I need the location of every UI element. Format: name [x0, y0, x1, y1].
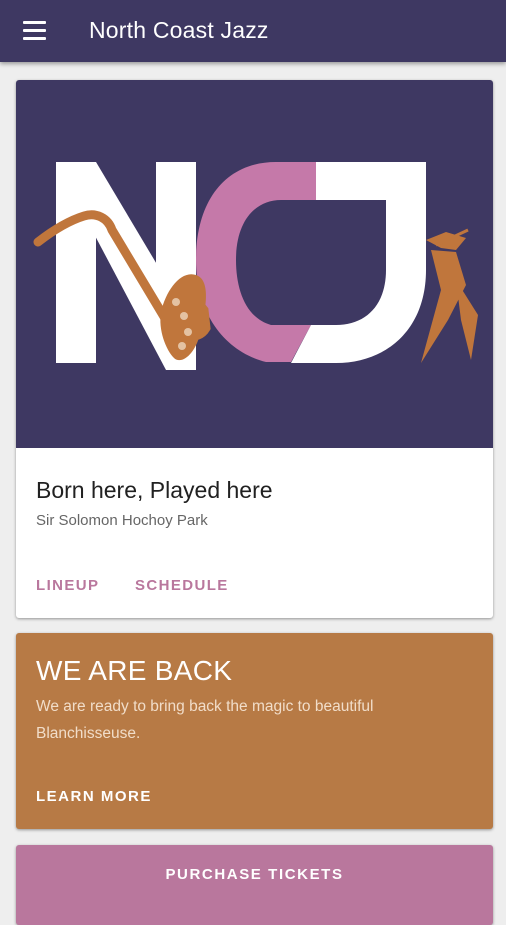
- hamburger-menu-icon[interactable]: [12, 9, 56, 53]
- news-title: WE ARE BACK: [36, 655, 233, 686]
- purchase-tickets-label: PURCHASE TICKETS: [165, 866, 344, 883]
- learn-more-button[interactable]: LEARN MORE: [36, 785, 152, 809]
- event-location: Sir Solomon Hochoy Park: [36, 512, 208, 529]
- schedule-button[interactable]: SCHEDULE: [135, 574, 229, 598]
- event-card: Born here, Played here Sir Solomon Hocho…: [16, 80, 493, 618]
- trumpet-player-icon: [421, 228, 478, 363]
- app-bar: North Coast Jazz: [0, 0, 506, 62]
- news-card: WE ARE BACK We are ready to bring back t…: [16, 633, 493, 829]
- news-body: We are ready to bring back the magic to …: [36, 698, 374, 742]
- app-title: North Coast Jazz: [89, 17, 269, 43]
- hero-banner: [16, 80, 493, 448]
- lineup-button[interactable]: LINEUP: [36, 574, 99, 598]
- ncj-logo: [33, 162, 478, 370]
- event-title: Born here, Played here: [36, 477, 273, 503]
- purchase-tickets-button[interactable]: PURCHASE TICKETS: [16, 845, 493, 925]
